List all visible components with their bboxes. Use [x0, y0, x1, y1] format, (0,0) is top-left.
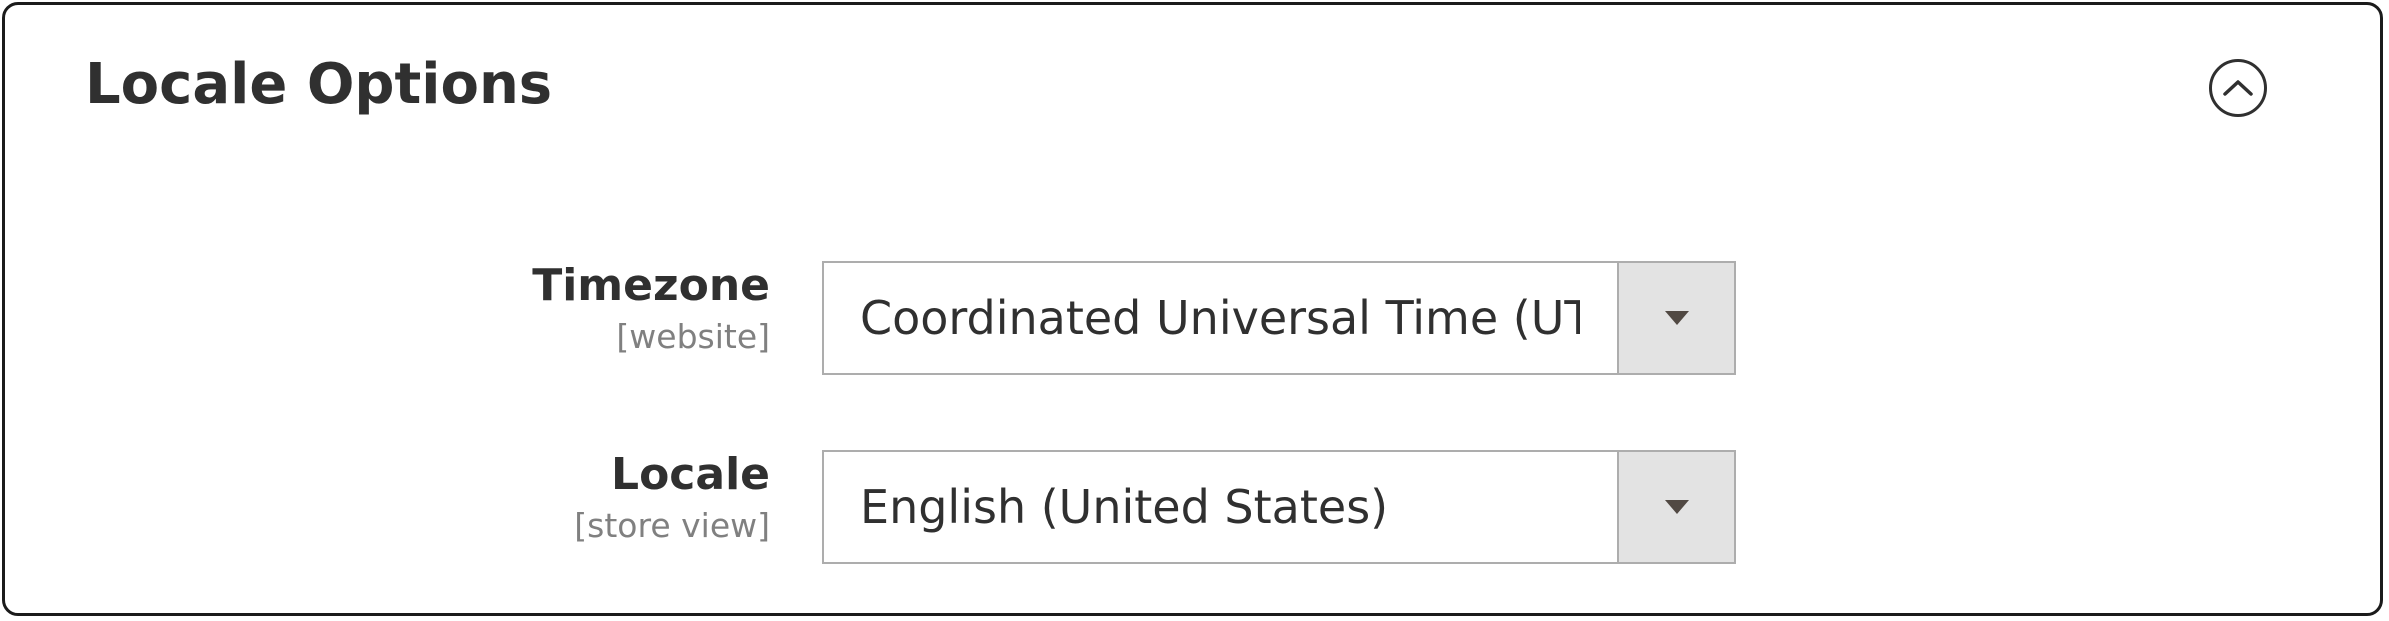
locale-label: Locale	[611, 449, 770, 500]
dropdown-arrow-icon	[1664, 311, 1689, 325]
locale-options-panel: Locale Options Timezone [website] Coordi…	[2, 2, 2383, 616]
locale-label-group: Locale [store view]	[80, 449, 770, 547]
timezone-select[interactable]: Coordinated Universal Time (UTC)	[822, 261, 1736, 375]
section-title[interactable]: Locale Options	[85, 49, 552, 121]
dropdown-arrow-icon	[1664, 500, 1689, 514]
timezone-dropdown-button[interactable]	[1617, 263, 1734, 373]
collapse-toggle-button[interactable]	[2209, 59, 2267, 117]
locale-dropdown-button[interactable]	[1617, 452, 1734, 562]
chevron-up-icon	[2223, 80, 2253, 96]
locale-select-value: English (United States)	[860, 480, 1389, 534]
timezone-label: Timezone	[532, 260, 770, 311]
locale-scope: [store view]	[574, 506, 770, 545]
timezone-label-group: Timezone [website]	[80, 260, 770, 358]
timezone-select-value: Coordinated Universal Time (UTC)	[860, 291, 1580, 345]
locale-select[interactable]: English (United States)	[822, 450, 1736, 564]
timezone-scope: [website]	[616, 317, 770, 356]
